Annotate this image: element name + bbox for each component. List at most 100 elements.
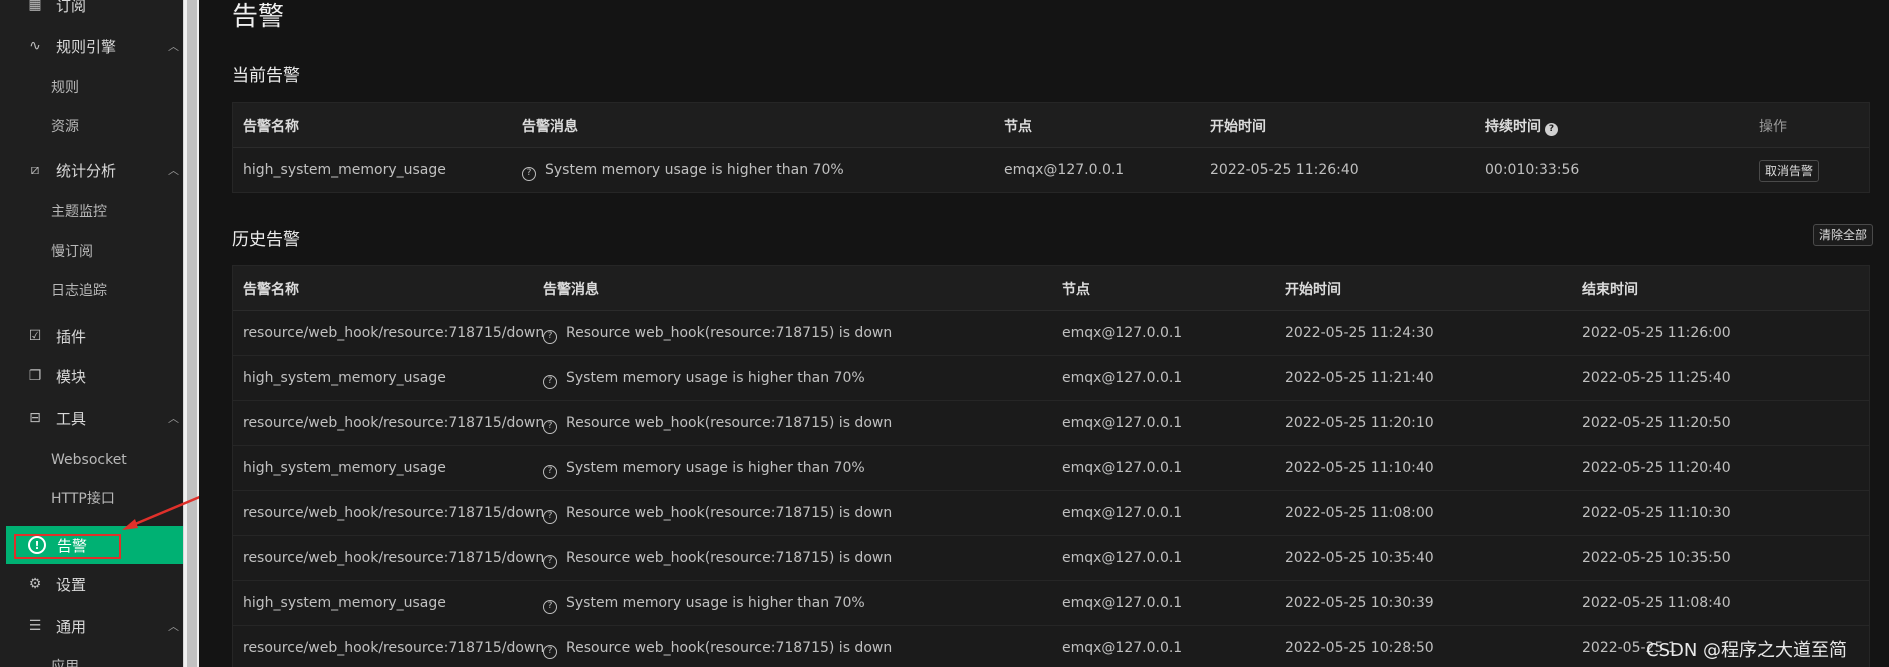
table-row: resource/web_hook/resource:718715/down? R…	[233, 626, 1869, 667]
sidebar-item-websocket[interactable]: Websocket	[51, 448, 127, 472]
chevron-up-icon: ︿	[168, 620, 179, 633]
table-row: resource/web_hook/resource:718715/down? R…	[233, 536, 1869, 581]
alarm-end-time: 2022-05-25 11:20:50	[1582, 415, 1731, 431]
sidebar-item-applications[interactable]: 应用	[51, 655, 79, 667]
table-row: high_system_memory_usage ? System memory …	[233, 148, 1869, 193]
question-icon[interactable]: ?	[543, 510, 557, 524]
sidebar-item-settings[interactable]: ⚙ 设置	[0, 566, 183, 602]
sidebar-group-tools[interactable]: ⊟ 工具 ︿	[0, 400, 183, 436]
alarm-message: ? System memory usage is higher than 70%	[543, 370, 865, 389]
alarm-start-time: 2022-05-25 10:28:50	[1285, 640, 1434, 656]
history-alarms-title: 历史告警	[232, 230, 300, 250]
history-rows: resource/web_hook/resource:718715/down? R…	[233, 311, 1869, 667]
alarm-node: emqx@127.0.0.1	[1062, 415, 1183, 431]
sidebar-item-http-api[interactable]: HTTP接口	[51, 487, 115, 511]
question-icon[interactable]: ?	[543, 330, 557, 344]
sidebar-group-rule-engine[interactable]: ∿ 规则引擎 ︿	[0, 28, 183, 64]
alarm-node: emqx@127.0.0.1	[1062, 325, 1183, 341]
question-icon[interactable]: ?	[543, 375, 557, 389]
column-header-end-time: 结束时间	[1582, 282, 1638, 298]
alarm-end-time: 2022-05-25 11:20:40	[1582, 460, 1731, 476]
cancel-alarm-button[interactable]: 取消告警	[1759, 160, 1820, 182]
alarm-duration: 00:010:33:56	[1485, 162, 1580, 178]
question-icon[interactable]: ?	[543, 645, 557, 659]
sidebar-item-plugins[interactable]: ☑ 插件	[0, 318, 183, 354]
chevron-up-icon: ︿	[168, 412, 179, 425]
table-row: resource/web_hook/resource:718715/down? R…	[233, 401, 1869, 446]
sidebar-item-modules[interactable]: ❐ 模块	[0, 358, 183, 394]
page-title: 告警	[232, 2, 285, 32]
chart-icon: ⧄	[30, 162, 40, 178]
alarm-start-time: 2022-05-25 11:26:40	[1210, 162, 1359, 178]
question-icon[interactable]: ?	[543, 600, 557, 614]
column-header-message: 告警消息	[543, 282, 599, 298]
annotation-arrow	[122, 494, 203, 530]
alarm-end-time: 2022-05-25 11:25:40	[1582, 370, 1731, 386]
sidebar-item-rules[interactable]: 规则	[51, 76, 79, 100]
table-row: resource/web_hook/resource:718715/down? R…	[233, 311, 1869, 356]
alarm-message: ? System memory usage is higher than 70%	[522, 162, 844, 181]
alarm-name: high_system_memory_usage	[243, 460, 446, 476]
column-header-actions: 操作	[1759, 119, 1787, 135]
sidebar-group-label: 规则引擎	[56, 37, 117, 56]
app-window: ▦ 订阅 ∿ 规则引擎 ︿ 规则 资源 ⧄ 统计分析 ︿ 主题监控 慢订阅 日志…	[0, 0, 1889, 667]
table-row: high_system_memory_usage? System memory u…	[233, 446, 1869, 491]
sidebar-item-subscriptions[interactable]: ▦ 订阅	[0, 0, 183, 23]
alarm-name: resource/web_hook/resource:718715/down	[243, 640, 545, 656]
alarm-name: resource/web_hook/resource:718715/down	[243, 550, 545, 566]
question-icon[interactable]: ?	[543, 465, 557, 479]
alarm-node: emqx@127.0.0.1	[1004, 162, 1125, 178]
alarm-node: emqx@127.0.0.1	[1062, 640, 1183, 656]
alarm-name: resource/web_hook/resource:718715/down	[243, 415, 545, 431]
alarm-message-text: Resource web_hook(resource:718715) is do…	[566, 325, 893, 341]
alert-icon: !	[28, 536, 46, 554]
sidebar: ▦ 订阅 ∿ 规则引擎 ︿ 规则 资源 ⧄ 统计分析 ︿ 主题监控 慢订阅 日志…	[0, 0, 183, 667]
alarm-end-time: 2022-05-25 11:26:00	[1582, 325, 1731, 341]
alarm-start-time: 2022-05-25 10:35:40	[1285, 550, 1434, 566]
sidebar-item-label: 告警	[57, 537, 88, 555]
column-header-node: 节点	[1062, 282, 1090, 298]
table-header: 告警名称 告警消息 节点 开始时间 持续时间? 操作	[233, 103, 1869, 148]
column-header-message: 告警消息	[522, 119, 578, 135]
alarm-start-time: 2022-05-25 11:10:40	[1285, 460, 1434, 476]
clear-all-button[interactable]: 清除全部	[1813, 224, 1874, 246]
scrollbar-thumb[interactable]	[187, 0, 197, 667]
modules-icon: ❐	[28, 368, 42, 384]
help-icon[interactable]: ?	[1545, 123, 1558, 136]
question-icon[interactable]: ?	[522, 167, 536, 181]
sidebar-item-label: 设置	[56, 575, 87, 594]
main-content: 告警 当前告警 告警名称 告警消息 节点 开始时间 持续时间? 操作 high_…	[199, 0, 1889, 667]
column-header-start-time: 开始时间	[1285, 282, 1341, 298]
sidebar-group-label: 通用	[56, 617, 87, 636]
alarm-message-text: Resource web_hook(resource:718715) is do…	[566, 505, 893, 521]
table-row: high_system_memory_usage? System memory u…	[233, 581, 1869, 626]
alarm-message-text: System memory usage is higher than 70%	[566, 370, 865, 386]
alarm-start-time: 2022-05-25 10:30:39	[1285, 595, 1434, 611]
alarm-start-time: 2022-05-25 11:08:00	[1285, 505, 1434, 521]
alarm-message: ? Resource web_hook(resource:718715) is d…	[543, 550, 892, 569]
alarm-message: ? System memory usage is higher than 70%	[543, 595, 865, 614]
current-alarms-table: 告警名称 告警消息 节点 开始时间 持续时间? 操作 high_system_m…	[232, 102, 1870, 193]
alarm-message-text: Resource web_hook(resource:718715) is do…	[566, 550, 893, 566]
rule-engine-icon: ∿	[29, 38, 41, 54]
sidebar-group-label: 统计分析	[56, 161, 117, 180]
alarm-message: ? Resource web_hook(resource:718715) is d…	[543, 505, 892, 524]
alarm-start-time: 2022-05-25 11:24:30	[1285, 325, 1434, 341]
table-row: resource/web_hook/resource:718715/down? R…	[233, 491, 1869, 536]
sidebar-item-resources[interactable]: 资源	[51, 115, 79, 139]
checkbox-icon: ☑	[28, 328, 42, 344]
question-icon[interactable]: ?	[543, 420, 557, 434]
question-icon[interactable]: ?	[543, 555, 557, 569]
sidebar-item-log-trace[interactable]: 日志追踪	[51, 279, 107, 303]
table-row: high_system_memory_usage? System memory u…	[233, 356, 1869, 401]
alarm-end-time: 2022-05-25 11:08:40	[1582, 595, 1731, 611]
sidebar-group-general[interactable]: ☰ 通用 ︿	[0, 608, 183, 644]
alarm-message-text: Resource web_hook(resource:718715) is do…	[566, 415, 893, 431]
table-icon: ▦	[28, 0, 42, 13]
sidebar-group-analysis[interactable]: ⧄ 统计分析 ︿	[0, 152, 183, 188]
sidebar-item-slow-subscriptions[interactable]: 慢订阅	[51, 240, 93, 264]
column-header-node: 节点	[1004, 119, 1032, 135]
table-header: 告警名称 告警消息 节点 开始时间 结束时间	[233, 266, 1869, 311]
sidebar-item-topic-metrics[interactable]: 主题监控	[51, 200, 107, 224]
sidebar-scrollbar[interactable]	[183, 0, 199, 667]
